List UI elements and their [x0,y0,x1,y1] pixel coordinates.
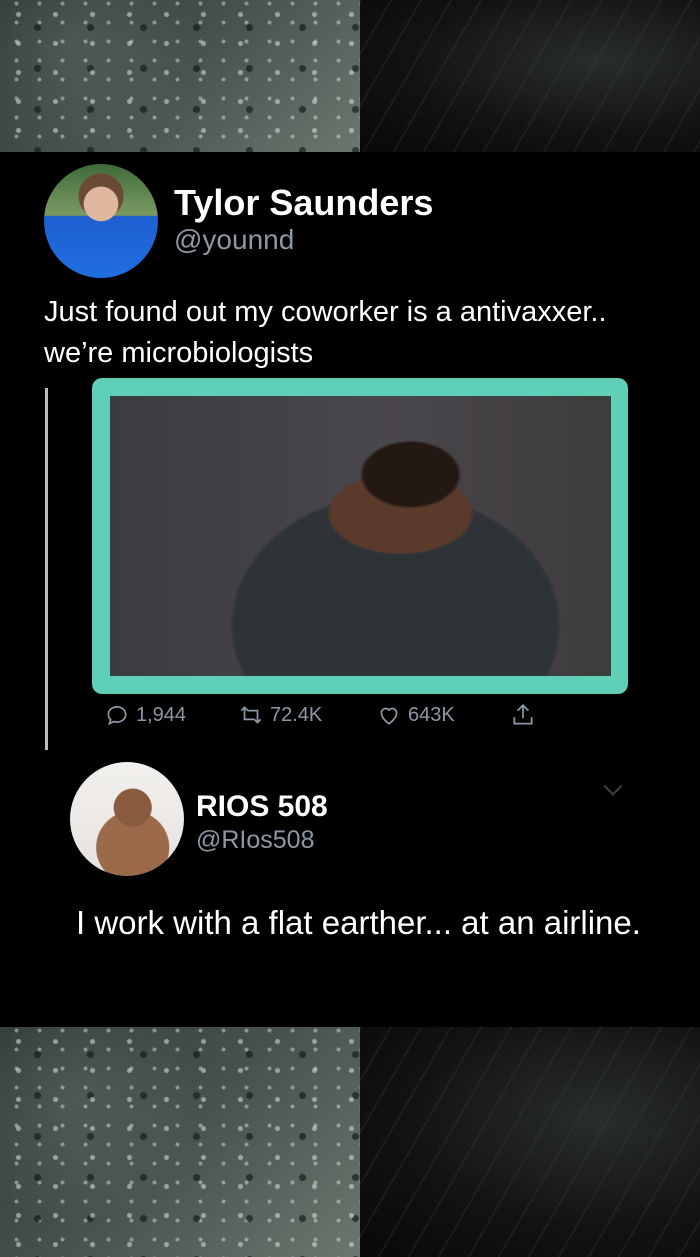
reply-author-handle[interactable]: @RIos508 [196,826,315,855]
reply-icon [107,706,127,726]
like-count: 643K [408,703,455,726]
media-image[interactable] [110,396,611,676]
tweet-text: Just found out my coworker is a antivaxx… [44,292,684,374]
retweet-count: 72.4K [270,703,323,726]
tweet-media[interactable] [92,378,628,694]
reply-author-name[interactable]: RIOS 508 [196,790,328,824]
raindrops-image [0,0,360,152]
tweet-actions: 1,944 72.4K 643K [104,700,564,730]
raindrops-image [0,1027,360,1257]
avatar[interactable] [44,164,158,278]
share-icon [513,704,533,725]
reply-avatar[interactable] [70,762,184,876]
background-bottom-band [0,1027,700,1257]
dark-leaves-image [360,1027,700,1257]
like-action[interactable]: 643K [376,700,455,730]
reply-action[interactable]: 1,944 [104,700,186,730]
author-handle[interactable]: @younnd [174,224,294,256]
tweet-text-line: we’re microbiologists [44,337,314,369]
background-top-band [0,0,700,152]
retweet-icon [240,706,262,724]
tweet-panel: Tylor Saunders @younnd Just found out my… [0,152,700,1027]
reply-text: I work with a flat earther... at an airl… [76,904,641,941]
tweet-text-line: Just found out my coworker is a antivaxx… [44,296,607,328]
chevron-down-icon[interactable] [600,780,626,800]
share-action[interactable] [510,700,536,730]
dark-leaves-image [360,0,700,152]
retweet-action[interactable]: 72.4K [238,700,322,730]
author-name[interactable]: Tylor Saunders [174,182,433,224]
heart-icon [380,707,398,725]
thread-line [45,388,48,750]
reply-count: 1,944 [136,703,187,726]
